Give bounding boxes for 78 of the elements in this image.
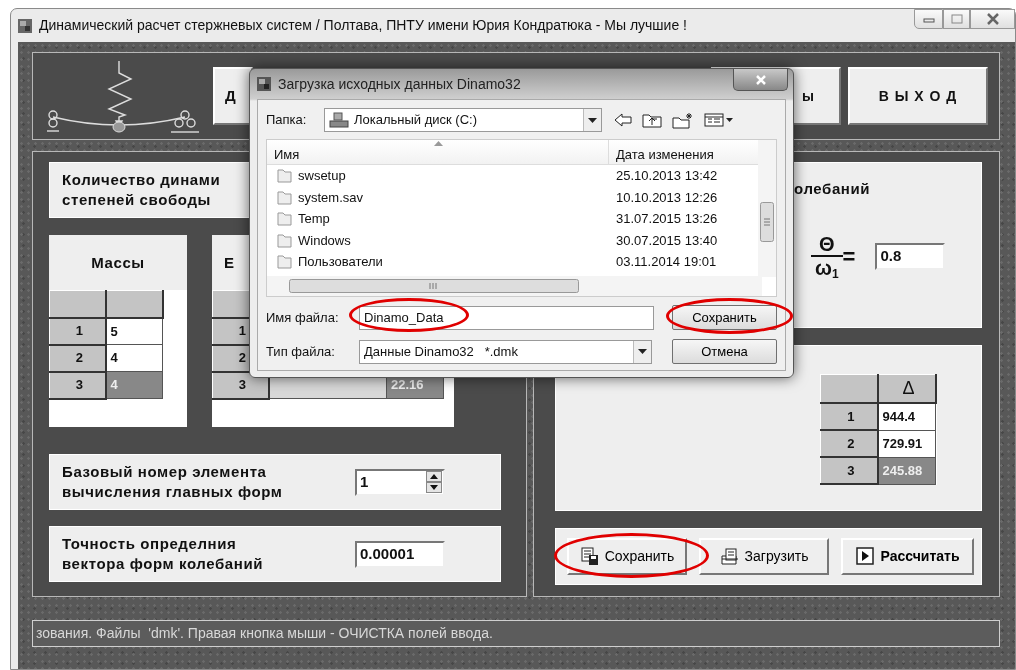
file-row[interactable]: Temp — [267, 209, 609, 229]
status-bar: зования. Файлы 'dmk'. Правая кнопка мыши - ОЧИСТКА полей ввода. — [32, 620, 1000, 647]
app-icon — [256, 76, 272, 92]
dropdown-arrow-icon — [588, 117, 597, 123]
close-icon — [754, 74, 767, 85]
maximize-button[interactable] — [943, 9, 970, 29]
drive-icon — [329, 112, 349, 128]
dropdown-arrow-icon — [638, 349, 647, 354]
menu-button[interactable]: Д — [213, 67, 253, 125]
row-header: 2 — [820, 430, 878, 457]
input-field[interactable]: 0.8 — [875, 242, 946, 270]
file-row[interactable]: Windows — [267, 230, 609, 250]
document-icon — [719, 547, 739, 566]
app-icon — [17, 17, 33, 34]
field-label: Папка: — [266, 111, 308, 130]
horizontal-scrollbar[interactable] — [267, 276, 762, 296]
action-button[interactable]: Сохранить — [567, 538, 687, 575]
row-header: 2 — [49, 344, 106, 372]
back-arrow-icon — [614, 113, 632, 127]
date-text: 25.10.2013 13:42 — [615, 167, 718, 185]
window-title: Динамический расчет стержневых систем / Полтава, ПНТУ имени Юрия Кондратюка - Мы лучшие ! — [39, 16, 687, 35]
minimize-icon — [922, 15, 935, 23]
table-title: Массы — [91, 252, 145, 273]
close-button[interactable] — [970, 9, 1015, 29]
header-cell — [820, 374, 878, 403]
date-text: 30.07.2015 13:40 — [615, 231, 718, 250]
row-header: 1 — [820, 403, 878, 430]
input-field[interactable]: 0.00001 — [355, 540, 445, 568]
scroll-thumb-icon — [289, 279, 579, 293]
field-label: Имя файла: — [266, 308, 340, 327]
scroll-thumb-icon — [760, 202, 774, 242]
header-cell — [49, 290, 106, 318]
minimize-button[interactable] — [914, 9, 943, 29]
date-text: 10.10.2013 12:26 — [615, 188, 718, 207]
header-cell: Δ — [877, 374, 936, 403]
view-menu-icon — [704, 113, 734, 127]
file-type-dropdown[interactable]: Данные Dinamo32 *.dmk — [359, 339, 652, 364]
spin-arrows-icon — [426, 471, 442, 493]
spin-field[interactable]: 1 — [355, 468, 445, 496]
field-label: Количество динами степеней свободы — [62, 170, 221, 210]
column-header[interactable]: Дата изменения — [609, 140, 762, 164]
play-icon — [855, 547, 875, 566]
file-row[interactable]: system.sav — [267, 187, 609, 207]
field-label: Базовый номер элемента вычисления главных форм — [62, 462, 284, 502]
close-button[interactable] — [733, 69, 788, 91]
header-cell — [105, 290, 163, 318]
file-row[interactable]: swsetup — [267, 166, 609, 186]
dialog-title: Загрузка исходных данных Dinamo32 — [278, 74, 521, 94]
folder-icon — [277, 211, 292, 227]
maximize-icon — [950, 14, 963, 24]
row-header: 3 — [820, 457, 878, 484]
folder-icon — [277, 232, 292, 248]
exit-button[interactable]: В Ы Х О Д — [848, 67, 988, 125]
date-text: 03.11.2014 19:01 — [615, 253, 717, 271]
folder-up-icon — [642, 112, 662, 128]
action-button[interactable]: Рассчитать — [841, 538, 974, 575]
vertical-scrollbar[interactable] — [758, 140, 776, 277]
field-label: Тип файла: — [266, 342, 336, 361]
folder-icon — [277, 168, 292, 184]
panel-title: олебаний — [794, 179, 872, 199]
new-folder-icon — [672, 111, 694, 129]
close-icon — [985, 13, 1000, 25]
row-header: 3 — [49, 371, 106, 399]
cancel-button[interactable]: Отмена — [672, 339, 777, 364]
ratio-formula: Θ ω$_{1}$ — [811, 233, 843, 279]
file-row[interactable]: Пользователи — [267, 252, 609, 272]
table-title: Е — [224, 252, 235, 273]
save-button[interactable]: Сохранить — [672, 305, 777, 330]
field-label: Точность определния вектора форм колебаний — [62, 534, 265, 574]
save-icon — [579, 547, 599, 566]
equals-sign: = — [842, 242, 856, 271]
date-text: 31.07.2015 13:26 — [615, 210, 718, 228]
action-button[interactable]: Загрузить — [699, 538, 829, 575]
folder-icon — [277, 189, 292, 205]
folder-icon — [277, 254, 292, 270]
folder-dropdown[interactable]: Локальный диск (C:) — [324, 108, 602, 132]
row-header: 1 — [49, 317, 106, 345]
filename-field[interactable]: Dinamo_Data — [359, 305, 654, 330]
